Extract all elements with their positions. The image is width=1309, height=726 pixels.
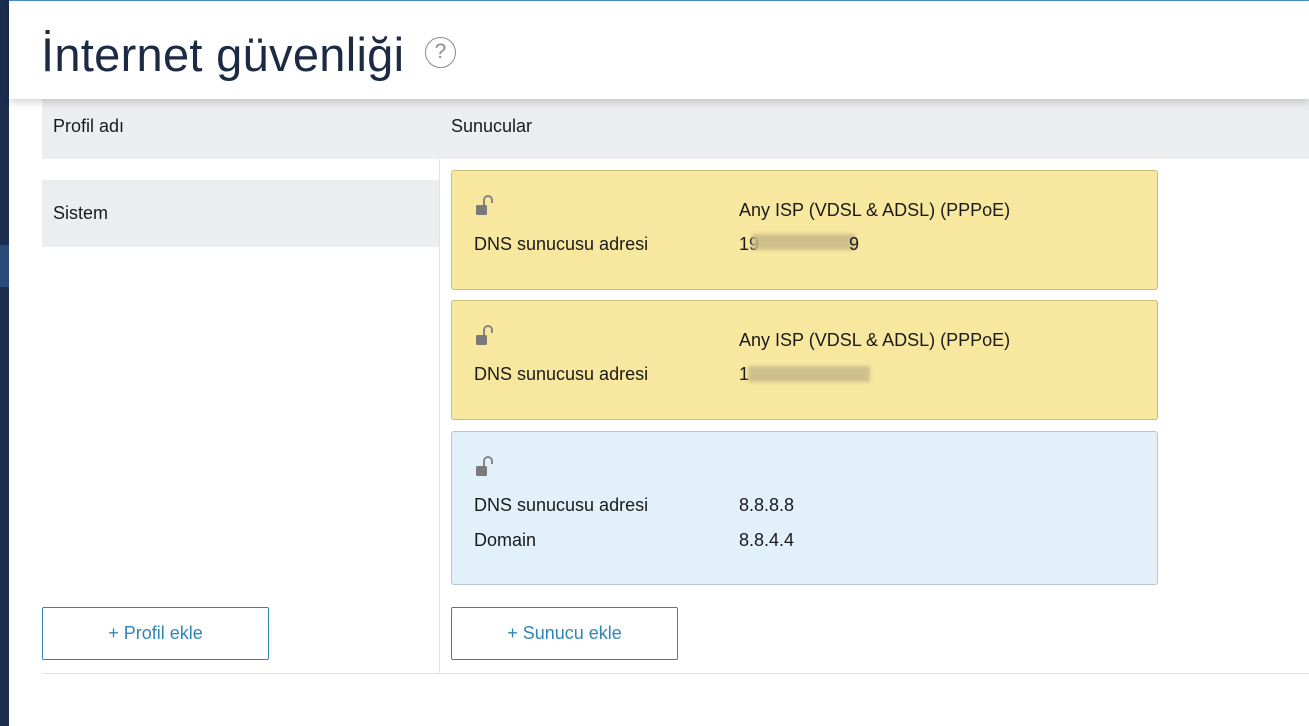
server-card[interactable]: DNS sunucusu adresi 8.8.8.8 Domain 8.8.4…	[451, 431, 1158, 585]
server-provider: Any ISP (VDSL & ADSL) (PPPoE)	[739, 200, 1011, 220]
add-server-button[interactable]: + Sunucu ekle	[451, 607, 678, 660]
redacted-value	[752, 234, 855, 250]
domain-value: 8.8.4.4	[739, 530, 795, 550]
column-header-profile: Profil adı	[53, 116, 125, 136]
unlock-icon[interactable]	[475, 195, 493, 217]
profile-name: Sistem	[53, 203, 109, 223]
nav-active-marker	[0, 245, 9, 287]
dns-address-label: DNS sunucusu adresi	[474, 234, 649, 254]
page-header: İnternet güvenliği ?	[9, 1, 1309, 99]
page-title: İnternet güvenliği	[41, 28, 405, 81]
column-divider	[439, 159, 440, 673]
add-profile-button[interactable]: + Profil ekle	[42, 607, 269, 660]
dns-address-value: 8.8.8.8	[739, 495, 795, 515]
profile-item-sistem[interactable]: Sistem	[42, 180, 439, 247]
dns-address-value-tail: 9	[849, 234, 860, 254]
server-provider: Any ISP (VDSL & ADSL) (PPPoE)	[739, 330, 1011, 350]
help-icon[interactable]: ?	[425, 37, 456, 68]
table-header: Profil adı Sunucular	[42, 99, 1309, 159]
column-header-servers: Sunucular	[451, 116, 533, 136]
unlock-icon[interactable]	[475, 325, 493, 347]
unlock-icon[interactable]	[475, 456, 493, 478]
dns-address-label: DNS sunucusu adresi	[474, 364, 649, 384]
server-card[interactable]: Any ISP (VDSL & ADSL) (PPPoE) DNS sunucu…	[451, 300, 1158, 420]
server-card[interactable]: Any ISP (VDSL & ADSL) (PPPoE) DNS sunucu…	[451, 170, 1158, 290]
redacted-value	[748, 366, 870, 382]
left-nav-rail	[0, 0, 9, 726]
dns-address-label: DNS sunucusu adresi	[474, 495, 649, 515]
domain-label: Domain	[474, 530, 537, 550]
table-bottom-border	[42, 673, 1309, 674]
